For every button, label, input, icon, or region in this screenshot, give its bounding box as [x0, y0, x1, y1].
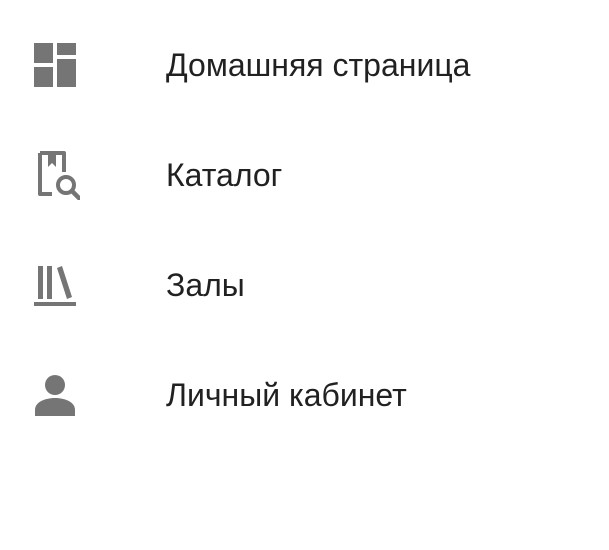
nav-item-label: Залы	[166, 267, 245, 303]
library-books-icon	[30, 260, 80, 310]
book-search-icon	[30, 150, 80, 200]
nav-item-halls[interactable]: Залы	[0, 230, 609, 340]
nav-item-label: Домашняя страница	[166, 47, 471, 83]
dashboard-icon	[30, 40, 80, 90]
nav-item-catalog[interactable]: Каталог	[0, 120, 609, 230]
nav-item-label: Личный кабинет	[166, 377, 407, 413]
nav-item-label: Каталог	[166, 157, 283, 193]
person-icon	[30, 370, 80, 420]
nav-item-account[interactable]: Личный кабинет	[0, 340, 609, 450]
nav-item-home[interactable]: Домашняя страница	[0, 10, 609, 120]
